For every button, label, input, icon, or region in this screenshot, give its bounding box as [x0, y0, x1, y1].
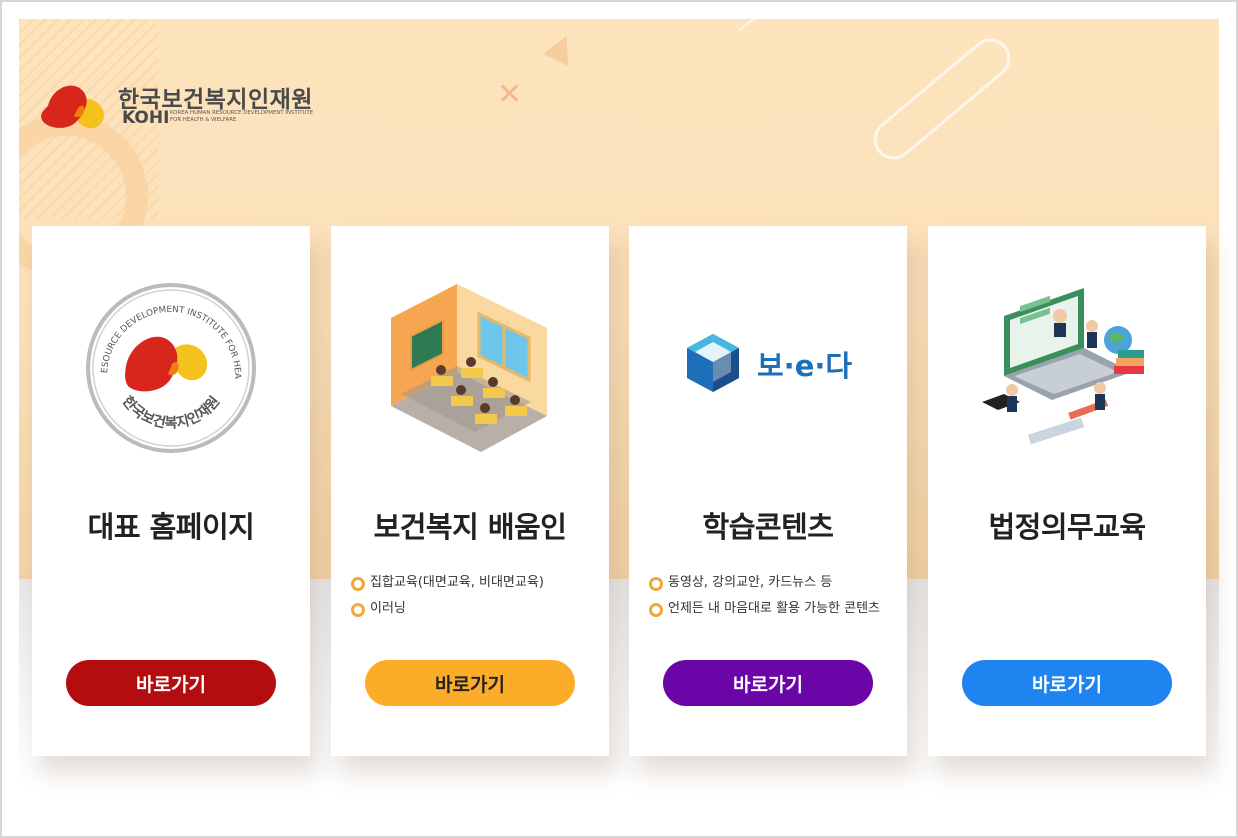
main-homepage-go-button[interactable]: 바로가기 — [66, 660, 276, 706]
logo-name-english: KOHI — [122, 108, 170, 128]
card-baeumin: 보건복지 배움인 집합교육(대면교육, 비대면교육) 이러닝 바로가기 — [331, 226, 609, 756]
feature-list: 집합교육(대면교육, 비대면교육) 이러닝 — [351, 572, 544, 624]
card-learning-content: 보·e·다 학습콘텐츠 동영상, 강의교안, 카드뉴스 등 언제든 내 마음대로… — [629, 226, 907, 756]
kohi-seal-icon: KOREA HUMAN RESOURCE DEVELOPMENT INSTITU… — [72, 276, 256, 453]
logo-tagline-line1: KOREA HUMAN RESOURCE DEVELOPMENT INSTITU… — [170, 110, 314, 116]
learning-content-go-button[interactable]: 바로가기 — [663, 660, 873, 706]
logo-tagline-line2: FOR HEALTH & WELFARE — [170, 117, 237, 123]
bo-e-da-logo-icon: 보·e·다 — [687, 334, 852, 392]
classroom-illustration-icon — [391, 284, 547, 452]
decorative-x-icon: ✕ — [497, 77, 523, 112]
decorative-triangle — [542, 30, 580, 66]
bullet-icon — [649, 577, 663, 591]
list-item: 이러닝 — [351, 598, 544, 624]
kohi-logo-icon — [41, 85, 105, 129]
bullet-icon — [649, 603, 663, 617]
bullet-icon — [351, 603, 365, 617]
list-item: 동영상, 강의교안, 카드뉴스 등 — [649, 572, 880, 598]
card-main-homepage: KOREA HUMAN RESOURCE DEVELOPMENT INSTITU… — [32, 226, 310, 756]
card-title: 학습콘텐츠 — [702, 510, 834, 544]
list-item: 집합교육(대면교육, 비대면교육) — [351, 572, 544, 598]
site-logo[interactable]: 한국보건복지인재원 KOHI KOREA HUMAN RESOURCE DEVE… — [38, 78, 338, 138]
baeumin-go-button[interactable]: 바로가기 — [365, 660, 575, 706]
card-title: 법정의무교육 — [988, 510, 1146, 544]
card-mandatory-training: 법정의무교육 바로가기 — [928, 226, 1206, 756]
online-learning-illustration-icon — [982, 288, 1144, 445]
card-title: 대표 홈페이지 — [87, 510, 255, 544]
bullet-icon — [351, 577, 365, 591]
feature-list: 동영상, 강의교안, 카드뉴스 등 언제든 내 마음대로 활용 가능한 콘텐츠 — [649, 572, 880, 624]
logo-tagline: KOREA HUMAN RESOURCE DEVELOPMENT INSTITU… — [170, 110, 330, 124]
mandatory-training-go-button[interactable]: 바로가기 — [962, 660, 1172, 706]
card-title: 보건복지 배움인 — [373, 510, 567, 544]
brand-text: 보·e·다 — [757, 349, 852, 383]
list-item: 언제든 내 마음대로 활용 가능한 콘텐츠 — [649, 598, 880, 624]
